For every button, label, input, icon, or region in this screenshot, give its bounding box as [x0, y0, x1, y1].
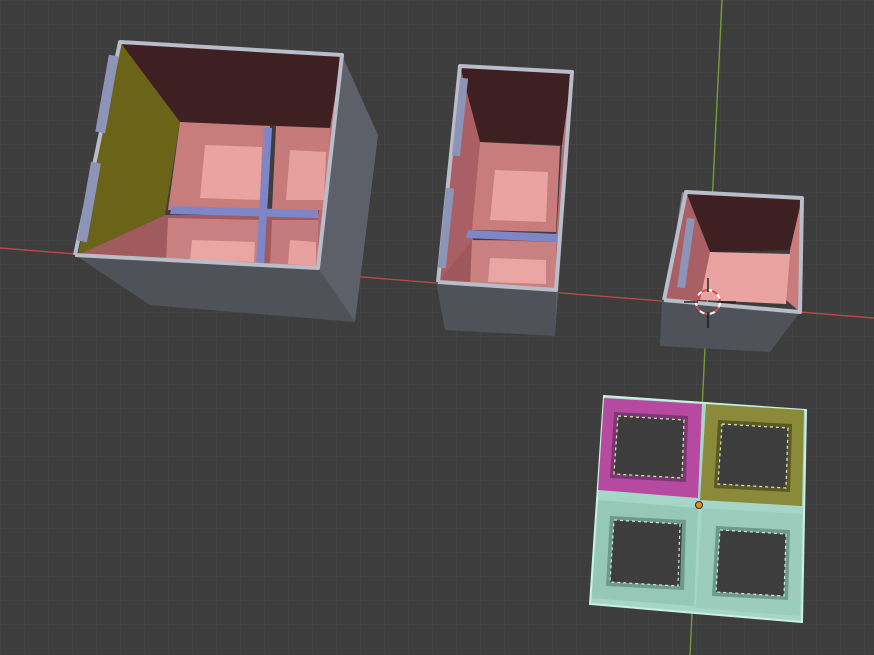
- 3d-viewport[interactable]: [0, 0, 874, 655]
- medium-box[interactable]: [436, 64, 574, 336]
- object-origin-icon[interactable]: [695, 501, 703, 509]
- large-box[interactable]: [73, 40, 378, 322]
- divider-insert[interactable]: [588, 394, 808, 624]
- small-box[interactable]: [660, 190, 804, 352]
